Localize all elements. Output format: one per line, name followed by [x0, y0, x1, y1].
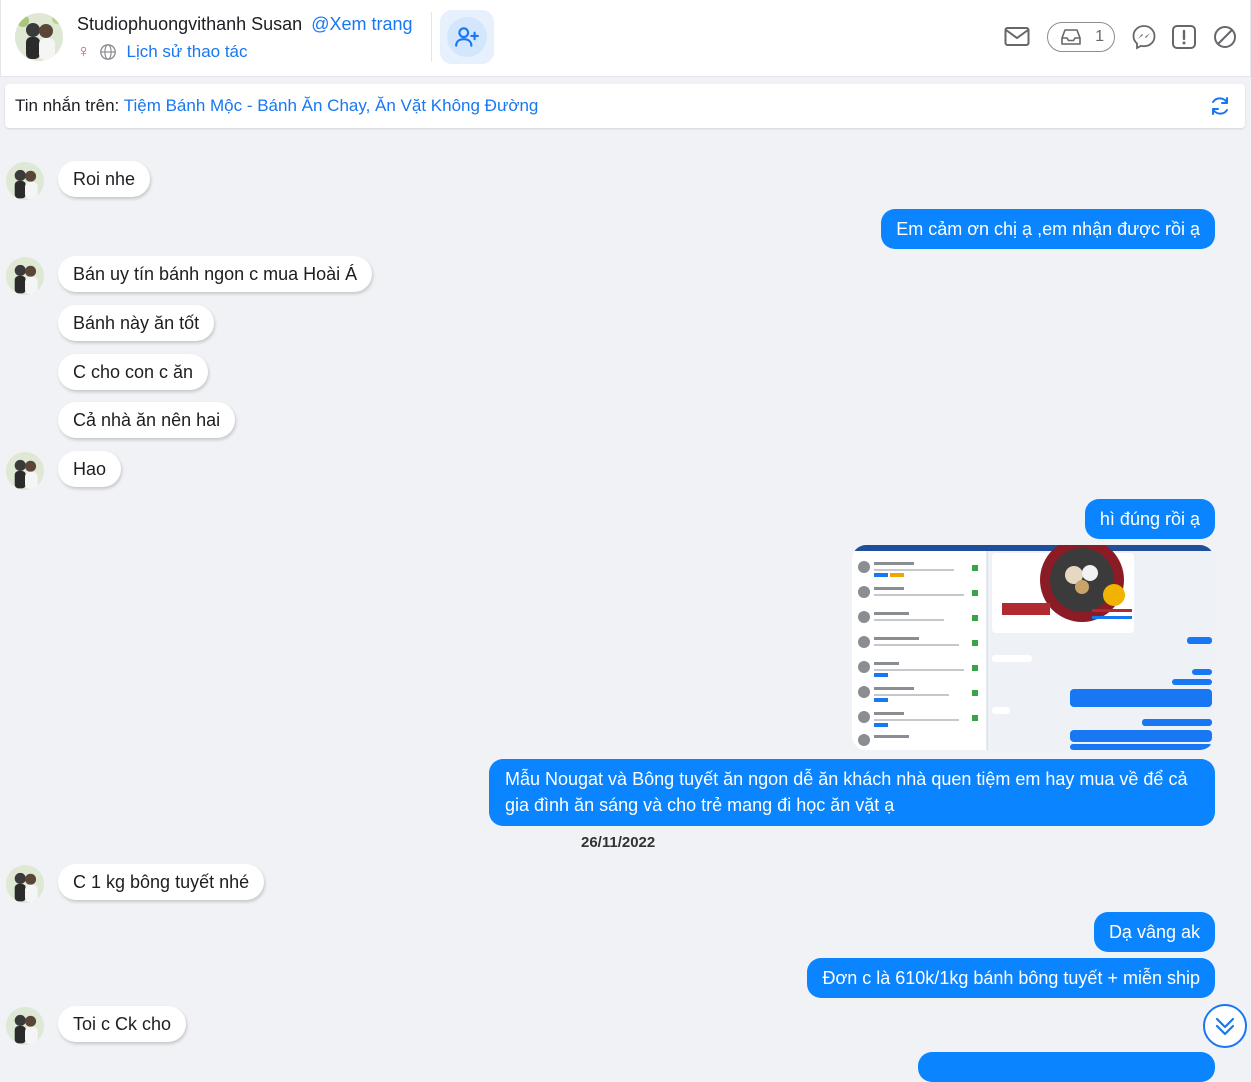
- add-friend-icon: [455, 27, 479, 47]
- refresh-icon[interactable]: [1209, 95, 1231, 117]
- avatar: [6, 865, 44, 903]
- scroll-to-bottom-button[interactable]: [1203, 1004, 1247, 1048]
- block-icon[interactable]: [1212, 24, 1238, 50]
- globe-icon: [99, 43, 116, 60]
- page-name-link[interactable]: Tiệm Bánh Mộc - Bánh Ăn Chay, Ăn Vặt Khô…: [124, 96, 539, 115]
- inbox-counter[interactable]: 1: [1047, 22, 1115, 52]
- message-bubble-incoming[interactable]: C 1 kg bông tuyết nhé: [58, 864, 265, 900]
- chevron-double-down-icon: [1215, 1017, 1235, 1036]
- customer-avatar[interactable]: [15, 13, 63, 61]
- message-bubble-incoming[interactable]: Bán uy tín bánh ngon c mua Hoài Á: [58, 256, 373, 292]
- header-divider: [431, 12, 432, 62]
- conversation-header: Studiophuongvithanh Susan @Xem trang ♀ L…: [0, 0, 1251, 77]
- customer-name[interactable]: Studiophuongvithanh Susan: [77, 14, 302, 34]
- message-bubble-outgoing[interactable]: Đơn c là 610k/1kg bánh bông tuyết + miễn…: [807, 958, 1215, 998]
- mail-icon[interactable]: [1004, 24, 1030, 50]
- add-friend-button[interactable]: [440, 10, 494, 64]
- message-bubble-incoming[interactable]: Toi c Ck cho: [58, 1006, 187, 1042]
- avatar: [6, 452, 44, 490]
- female-icon: ♀: [77, 41, 91, 61]
- avatar: [6, 162, 44, 200]
- message-bubble-incoming[interactable]: Roi nhe: [58, 161, 151, 197]
- message-bubble-incoming[interactable]: Cả nhà ăn nên hai: [58, 402, 236, 438]
- page-info-label: Tin nhắn trên:: [15, 96, 120, 115]
- avatar: [6, 1007, 44, 1045]
- report-icon[interactable]: [1171, 24, 1197, 50]
- message-bubble-incoming[interactable]: C cho con c ăn: [58, 354, 209, 390]
- message-bubble-outgoing[interactable]: hì đúng rồi ạ: [1084, 499, 1215, 539]
- message-bubble-incoming[interactable]: Hao: [58, 451, 122, 487]
- message-bubble-outgoing[interactable]: Em cảm ơn chị ạ ,em nhận được rồi ạ: [881, 209, 1215, 249]
- view-page-link[interactable]: @Xem trang: [311, 14, 412, 34]
- image-attachment[interactable]: [852, 545, 1214, 750]
- message-bubble-outgoing[interactable]: Dạ vâng ak: [1093, 912, 1215, 952]
- message-bubble-outgoing-partial[interactable]: [918, 1052, 1215, 1082]
- date-separator: 26/11/2022: [581, 834, 656, 851]
- page-info-bar: Tin nhắn trên: Tiệm Bánh Mộc - Bánh Ăn C…: [5, 84, 1245, 128]
- avatar: [6, 257, 44, 295]
- inbox-count: 1: [1095, 28, 1104, 45]
- message-bubble-incoming[interactable]: Bánh này ăn tốt: [58, 305, 215, 341]
- action-history-link[interactable]: Lịch sử thao tác: [127, 42, 248, 62]
- messenger-icon[interactable]: [1131, 24, 1157, 50]
- inbox-icon: [1061, 29, 1081, 45]
- message-bubble-outgoing[interactable]: Mẫu Nougat và Bông tuyết ăn ngon dễ ăn k…: [489, 759, 1215, 826]
